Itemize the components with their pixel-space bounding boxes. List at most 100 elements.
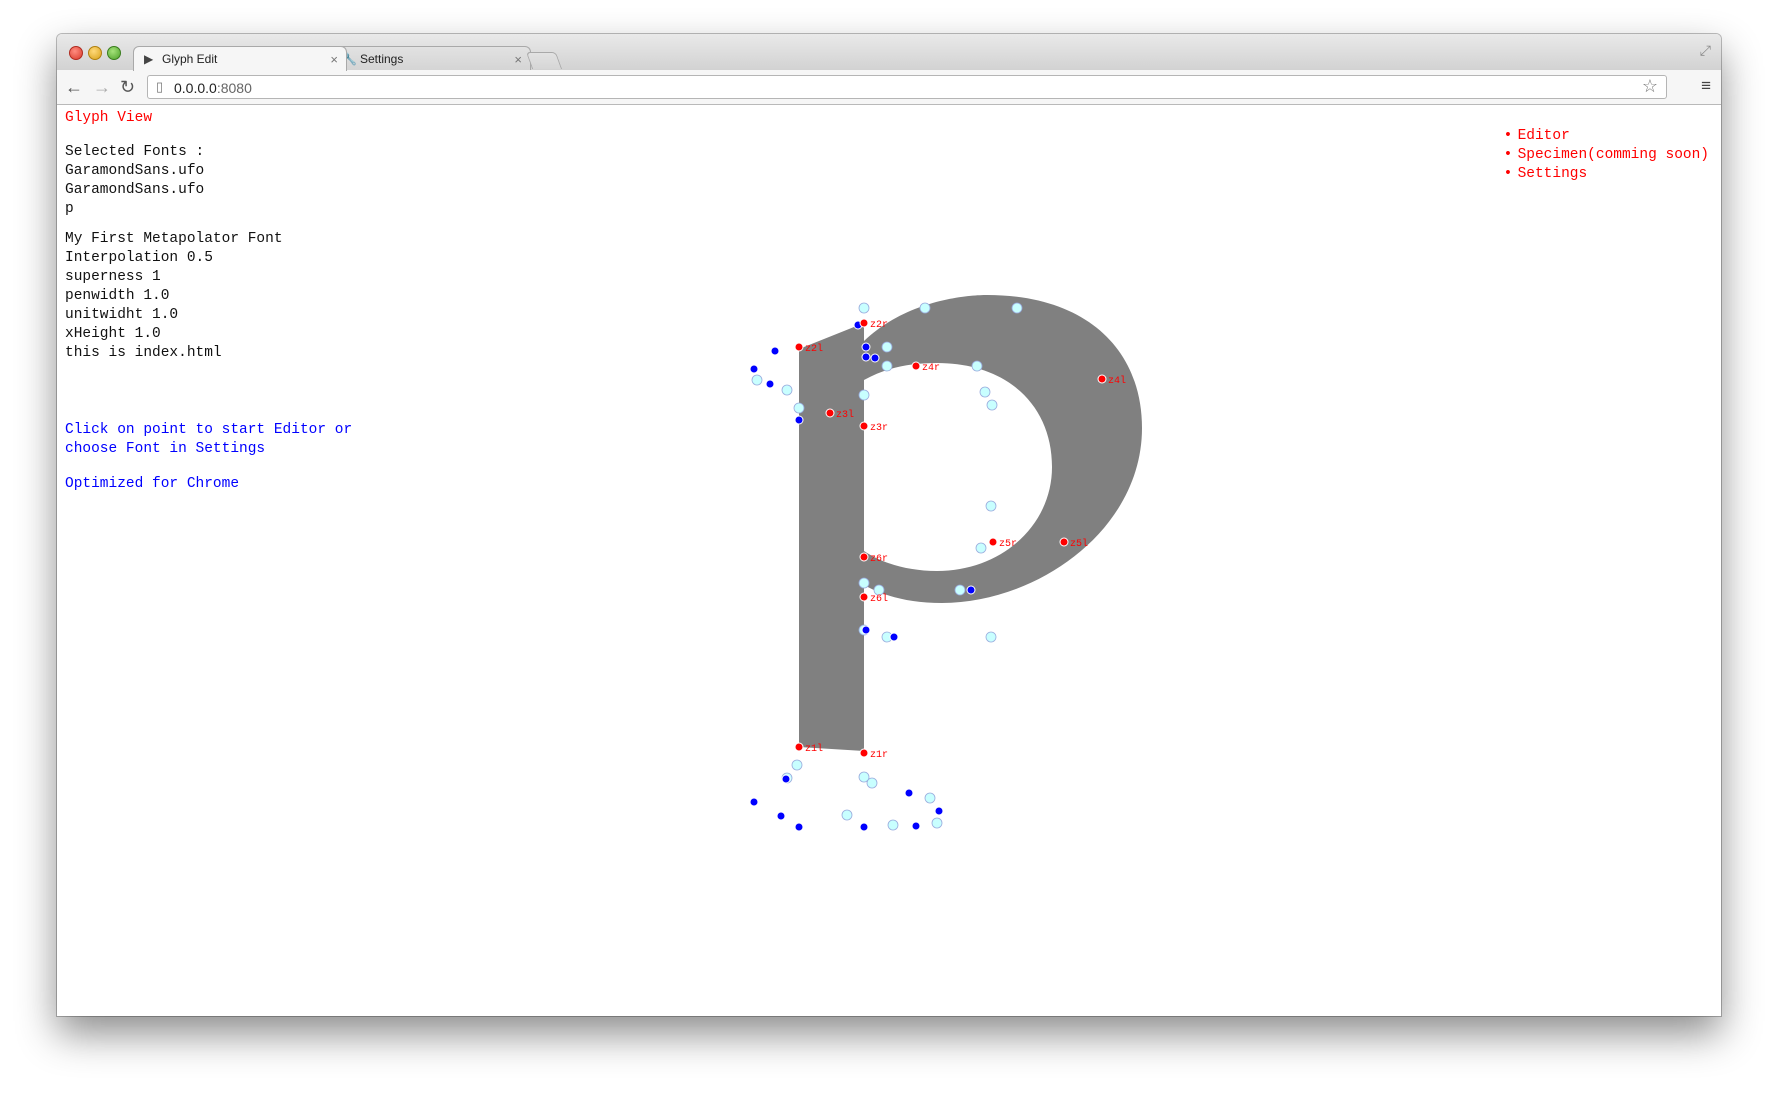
handle-point[interactable] — [986, 399, 998, 411]
nav-link-editor[interactable]: Editor — [1502, 127, 1709, 146]
tab-title: Glyph Edit — [162, 52, 218, 66]
control-point[interactable] — [749, 364, 759, 374]
control-point[interactable] — [966, 585, 976, 595]
hint-line: choose Font in Settings — [65, 441, 266, 457]
back-icon[interactable]: ← — [65, 76, 83, 98]
page-icon: ▯ — [156, 79, 164, 94]
handle-point[interactable] — [954, 584, 966, 596]
on-curve-point[interactable] — [859, 592, 869, 602]
hint-line: Click on point to start Editor or — [65, 422, 353, 438]
url-text[interactable]: 0.0.0.0:8080 — [174, 80, 252, 96]
control-point[interactable] — [934, 806, 944, 816]
control-point[interactable] — [870, 353, 880, 363]
handle-point[interactable] — [979, 386, 991, 398]
tab-settings[interactable]: 🔧 Settings × — [331, 46, 531, 71]
param-line: Interpolation 0.5 — [65, 250, 213, 266]
reload-icon[interactable]: ↻ — [120, 76, 135, 98]
metapolator-icon: ▶ — [144, 52, 154, 66]
control-point[interactable] — [889, 632, 899, 642]
forward-icon[interactable]: → — [93, 76, 111, 98]
on-curve-point[interactable] — [988, 537, 998, 547]
handle-point[interactable] — [858, 577, 870, 589]
control-point[interactable] — [861, 625, 871, 635]
tab-close-icon[interactable]: × — [330, 52, 338, 67]
on-curve-point[interactable] — [859, 552, 869, 562]
nav-link-settings[interactable]: Settings — [1502, 165, 1709, 184]
control-point[interactable] — [781, 774, 791, 784]
handle-point[interactable] — [887, 819, 899, 831]
handle-point[interactable] — [919, 302, 931, 314]
on-curve-point[interactable] — [794, 742, 804, 752]
on-curve-point[interactable] — [911, 361, 921, 371]
page-title: Glyph View — [65, 110, 153, 126]
on-curve-point[interactable] — [1059, 537, 1069, 547]
address-bar[interactable]: ▯ 0.0.0.0:8080 ☆ — [147, 75, 1667, 99]
optimized-note: Optimized for Chrome — [65, 476, 240, 492]
control-point[interactable] — [749, 797, 759, 807]
menu-icon[interactable]: ≡ — [1701, 76, 1711, 96]
control-point[interactable] — [861, 342, 871, 352]
on-curve-point[interactable] — [825, 408, 835, 418]
new-tab-button[interactable] — [525, 52, 563, 69]
zoom-window-button[interactable] — [107, 46, 121, 60]
handle-point[interactable] — [858, 302, 870, 314]
param-line: penwidth 1.0 — [65, 288, 170, 304]
font-name: GaramondSans.ufo — [65, 163, 205, 179]
glyph-canvas: z2r z2l z4r z4l z3l z3r z5r z5l z6r z6l z1l z1r — [749, 295, 1142, 832]
editor-hint: Click on point to start Editor or choose… — [65, 421, 352, 459]
point-label: z1r — [870, 750, 888, 761]
tab-close-icon[interactable]: × — [514, 52, 522, 67]
point-label: z6r — [870, 554, 888, 565]
handle-point[interactable] — [866, 777, 878, 789]
fullscreen-icon[interactable]: ⤢ — [1700, 42, 1711, 59]
handle-point[interactable] — [751, 374, 763, 386]
close-window-button[interactable] — [69, 46, 83, 60]
on-curve-point[interactable] — [1097, 374, 1107, 384]
on-curve-point[interactable] — [794, 342, 804, 352]
control-point[interactable] — [770, 346, 780, 356]
handle-point[interactable] — [985, 500, 997, 512]
handle-point[interactable] — [781, 384, 793, 396]
handle-point[interactable] — [985, 631, 997, 643]
control-point[interactable] — [911, 821, 921, 831]
control-point[interactable] — [861, 352, 871, 362]
info-panel: Glyph View Selected Fonts : GaramondSans… — [65, 109, 283, 363]
param-line: unitwidht 1.0 — [65, 307, 179, 323]
param-line: My First Metapolator Font — [65, 231, 283, 247]
glyph-name: p — [65, 201, 74, 217]
handle-point[interactable] — [858, 389, 870, 401]
point-label: z4r — [922, 363, 940, 374]
handle-point[interactable] — [881, 341, 893, 353]
handle-point[interactable] — [971, 360, 983, 372]
on-curve-point[interactable] — [859, 748, 869, 758]
browser-toolbar: ← → ↻ ▯ 0.0.0.0:8080 ☆ ≡ — [57, 70, 1721, 105]
font-name: GaramondSans.ufo — [65, 182, 205, 198]
handle-point[interactable] — [931, 817, 943, 829]
on-curve-point[interactable] — [859, 421, 869, 431]
handle-point[interactable] — [791, 759, 803, 771]
bookmark-star-icon[interactable]: ☆ — [1642, 76, 1658, 97]
point-label: z3l — [836, 409, 854, 421]
control-point[interactable] — [794, 415, 804, 425]
handle-point[interactable] — [841, 809, 853, 821]
handle-point[interactable] — [1011, 302, 1023, 314]
on-curve-point[interactable] — [859, 318, 869, 328]
control-point[interactable] — [776, 811, 786, 821]
tab-glyph-edit[interactable]: ▶ Glyph Edit × — [133, 46, 347, 71]
handle-point[interactable] — [975, 542, 987, 554]
control-point[interactable] — [904, 788, 914, 798]
param-line: xHeight 1.0 — [65, 326, 161, 342]
point-label: z5l — [1070, 538, 1088, 550]
handle-point[interactable] — [881, 360, 893, 372]
control-point[interactable] — [794, 822, 804, 832]
control-point[interactable] — [859, 822, 869, 832]
handle-point[interactable] — [793, 402, 805, 414]
point-label: z2l — [805, 343, 823, 355]
nav-menu: Editor Specimen(comming soon) Settings — [1502, 127, 1709, 184]
param-line: superness 1 — [65, 269, 161, 285]
nav-link-specimen[interactable]: Specimen(comming soon) — [1502, 146, 1709, 165]
control-point[interactable] — [765, 379, 775, 389]
handle-point[interactable] — [924, 792, 936, 804]
minimize-window-button[interactable] — [88, 46, 102, 60]
url-host: 0.0.0.0 — [174, 80, 217, 96]
